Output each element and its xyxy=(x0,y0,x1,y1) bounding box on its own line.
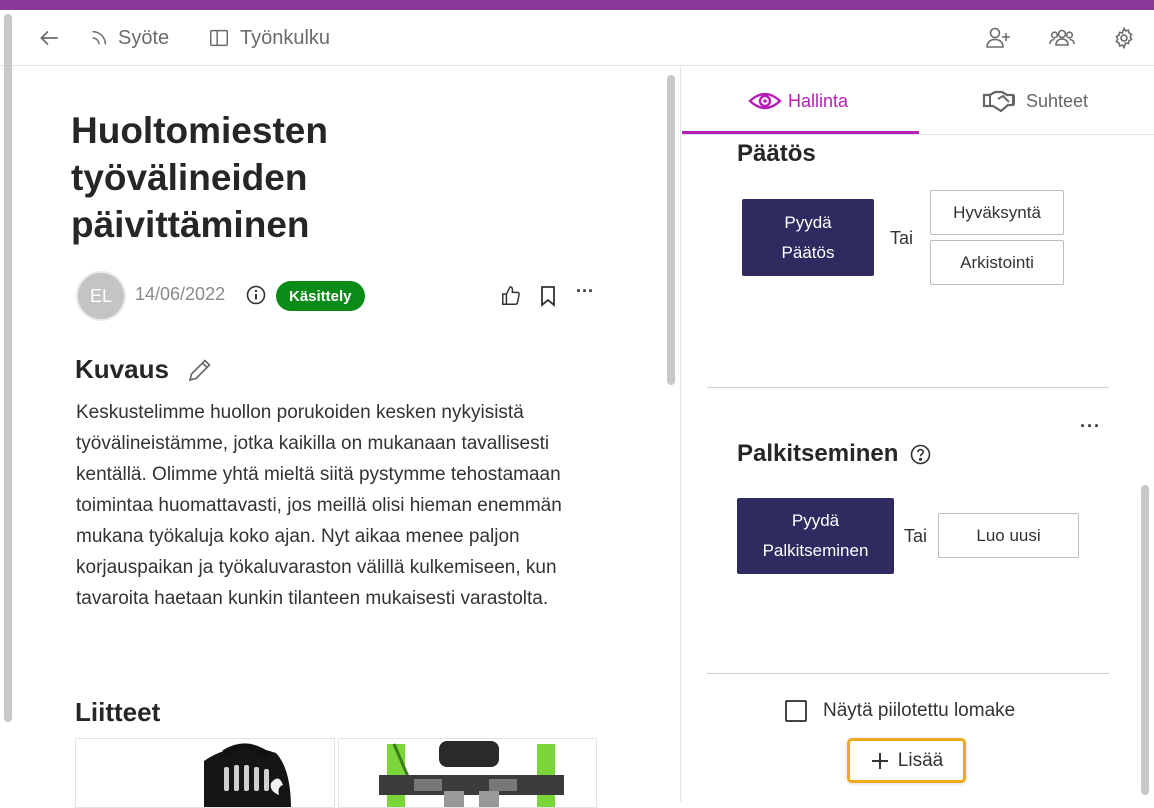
side-panel-scrollbar[interactable] xyxy=(1141,485,1149,795)
attachments-heading: Liitteet xyxy=(75,697,161,727)
active-tab-indicator xyxy=(682,131,919,134)
user-plus-icon xyxy=(986,27,1010,48)
status-badge: Käsittely xyxy=(276,281,365,311)
feed-link[interactable]: Syöte xyxy=(88,10,169,66)
page-title: Huoltomiesten työvälineiden päivittämine… xyxy=(71,110,328,245)
description-heading: Kuvaus xyxy=(75,354,169,384)
eye-icon xyxy=(748,92,782,110)
settings-button[interactable] xyxy=(1112,10,1136,66)
bookmark-icon[interactable] xyxy=(538,285,558,307)
gear-icon xyxy=(1115,26,1133,50)
back-button[interactable] xyxy=(36,10,62,66)
toolbar: Syöte Työnkulku xyxy=(0,10,1154,66)
request-reward-button[interactable]: Pyydä Palkitseminen xyxy=(737,498,894,574)
request-decision-line2: Päätös xyxy=(781,242,835,262)
request-reward-line1: Pyydä xyxy=(791,511,840,530)
feed-label: Syöte xyxy=(118,26,170,49)
app-accent-bar xyxy=(0,0,1154,10)
decision-or-label: Tai xyxy=(890,228,914,248)
handshake-icon xyxy=(982,90,1015,113)
show-hidden-form-checkbox[interactable] xyxy=(785,700,807,722)
approval-button[interactable]: Hyväksyntä xyxy=(930,190,1064,235)
archive-button[interactable]: Arkistointi xyxy=(930,240,1064,285)
attachment-thumbnail-harness[interactable] xyxy=(338,738,597,808)
create-new-button[interactable]: Luo uusi xyxy=(938,513,1079,558)
reward-more-button[interactable]: ··· xyxy=(1080,416,1101,437)
add-label: Lisää xyxy=(897,749,944,771)
tab-suhteet-label: Suhteet xyxy=(1026,90,1089,111)
pencil-icon[interactable] xyxy=(186,356,214,384)
reward-or-label: Tai xyxy=(904,526,928,546)
side-tabs: Hallinta Suhteet xyxy=(682,67,1154,135)
tab-suhteet[interactable]: Suhteet xyxy=(982,67,1088,135)
harness-image xyxy=(379,741,564,807)
invite-user-button[interactable] xyxy=(984,10,1012,66)
avatar[interactable]: EL xyxy=(76,271,126,321)
section-divider xyxy=(707,387,1109,388)
description-text: Keskustelimme huollon porukoiden kesken … xyxy=(76,402,562,609)
workflow-label: Työnkulku xyxy=(240,26,331,49)
workflow-link[interactable]: Työnkulku xyxy=(208,10,330,66)
post-scrollbar[interactable] xyxy=(667,75,675,385)
tab-hallinta[interactable]: Hallinta xyxy=(748,67,848,135)
request-decision-line1: Pyydä xyxy=(784,212,832,232)
columns-icon xyxy=(210,29,228,47)
thumbs-up-icon[interactable] xyxy=(500,285,522,307)
request-reward-line2: Palkitseminen xyxy=(762,541,869,560)
users-icon xyxy=(1049,29,1075,46)
help-circle-icon[interactable] xyxy=(910,444,931,465)
post-date: 14/06/2022 xyxy=(135,284,226,304)
section-divider xyxy=(707,673,1109,674)
rss-icon xyxy=(92,30,107,46)
tab-hallinta-label: Hallinta xyxy=(788,90,849,111)
members-button[interactable] xyxy=(1048,10,1076,66)
attachment-thumbnail-toolkit[interactable] xyxy=(75,738,335,808)
request-decision-button[interactable]: Pyydä Päätös xyxy=(742,199,874,276)
add-button[interactable]: Lisää xyxy=(847,738,966,783)
more-options-button[interactable]: ··· xyxy=(576,281,594,302)
plus-icon xyxy=(871,752,888,769)
show-hidden-form-label: Näytä piilotettu lomake xyxy=(823,700,1016,721)
info-icon[interactable] xyxy=(246,285,266,305)
arrow-left-icon xyxy=(40,30,58,46)
post-detail: Huoltomiesten työvälineiden päivittämine… xyxy=(20,67,680,808)
reward-heading: Palkitseminen xyxy=(737,440,899,467)
tool-bag-image xyxy=(204,743,291,807)
panel-divider xyxy=(680,67,681,802)
page-scrollbar[interactable] xyxy=(4,14,12,722)
decision-heading: Päätös xyxy=(737,140,816,167)
